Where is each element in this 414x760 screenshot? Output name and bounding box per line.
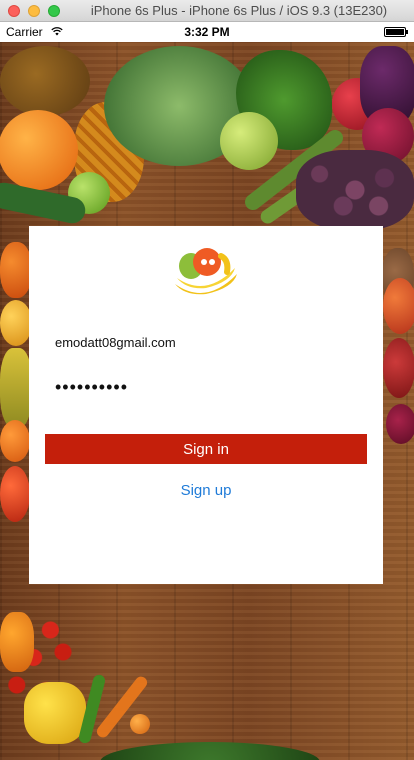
tomato-left-image-2 — [0, 300, 32, 346]
green-apple-image — [220, 112, 278, 170]
status-time: 3:32 PM — [184, 25, 230, 39]
window-title: iPhone 6s Plus - iPhone 6s Plus / iOS 9.… — [90, 3, 388, 18]
apple-right-image — [383, 278, 414, 334]
tomato-left-image — [0, 242, 32, 298]
simulator-window: iPhone 6s Plus - iPhone 6s Plus / iOS 9.… — [0, 0, 414, 760]
app-screen: Carrier 3:32 PM emodatt08gmail.com •••••… — [0, 22, 414, 760]
pepper-left-image — [0, 348, 32, 428]
sign-in-button[interactable]: Sign in — [45, 434, 367, 464]
status-bar: Carrier 3:32 PM — [0, 22, 414, 42]
tomato-left-image-4 — [0, 466, 30, 522]
grapes-image — [296, 150, 414, 230]
onion-right-image — [383, 338, 414, 398]
fruit-basket-logo — [175, 248, 237, 295]
sign-up-link[interactable]: Sign up — [29, 482, 383, 499]
email-field[interactable] — [55, 329, 355, 355]
login-card: Sign in Sign up — [29, 226, 383, 584]
password-field[interactable] — [55, 374, 355, 400]
minimize-window-icon[interactable] — [28, 5, 40, 17]
pineapple-image — [0, 46, 90, 116]
maximize-window-icon[interactable] — [48, 5, 60, 17]
tomato-left-image-3 — [0, 420, 30, 462]
greens-bottom-image — [100, 742, 320, 760]
window-titlebar: iPhone 6s Plus - iPhone 6s Plus / iOS 9.… — [0, 0, 414, 22]
orange-image — [0, 110, 78, 190]
onion-right-image-2 — [386, 404, 414, 444]
yellow-pepper-image — [24, 682, 86, 744]
battery-icon — [384, 27, 408, 37]
battery-level-fill — [386, 29, 404, 35]
close-window-icon[interactable] — [8, 5, 20, 17]
small-tomato-bottom-image — [130, 714, 150, 734]
orange-pepper-bottom-image — [0, 612, 34, 672]
